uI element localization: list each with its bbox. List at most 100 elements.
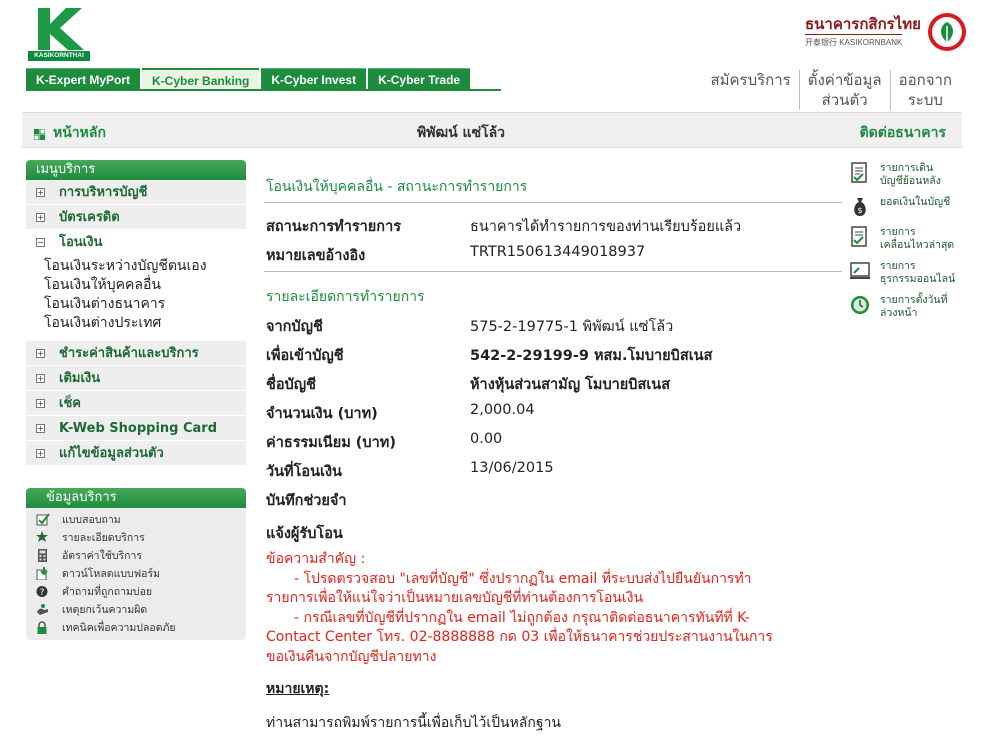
user-name: พิพัฒน์ แซ่โล้ว bbox=[417, 125, 506, 141]
info-item-label: คำถามที่ถูกถามบ่อย bbox=[62, 585, 153, 598]
status-label: สถานะการทำรายการ bbox=[266, 219, 402, 235]
notice-line: รายการเพื่อให้แน่ใจว่าเป็นหมายเลขบัญชีที… bbox=[266, 590, 644, 606]
amount-label: จำนวนเงิน (บาท) bbox=[266, 406, 378, 422]
info-item-label: รายละเอียดบริการ bbox=[62, 531, 145, 544]
quick-link-statement[interactable]: รายการเดิน บัญชีย้อนหลัง bbox=[850, 162, 960, 188]
submenu-overseas[interactable]: โอนเงินต่างประเทศ bbox=[44, 314, 246, 333]
quick-link-label: ล่วงหน้า bbox=[880, 307, 918, 319]
clock-icon bbox=[850, 294, 870, 316]
svg-text:$: $ bbox=[857, 206, 862, 215]
quick-links: รายการเดิน บัญชีย้อนหลัง $ ยอดเงินในบัญชี… bbox=[850, 162, 960, 328]
user-bar: หน้าหลัก พิพัฒน์ แซ่โล้ว ติดต่อธนาคาร bbox=[22, 112, 962, 148]
top-links: สมัครบริการ ตั้งค่าข้อมูล ส่วนตัว ออกจาก… bbox=[702, 70, 960, 110]
plus-icon: + bbox=[36, 448, 45, 458]
contact-bank-link[interactable]: ติดต่อธนาคาร bbox=[860, 122, 946, 144]
account-name-value: ห้างหุ้นส่วนสามัญ โมบายบิสเนส bbox=[470, 377, 671, 393]
settings-label-1: ตั้งค่าข้อมูล bbox=[807, 71, 882, 89]
plus-icon: + bbox=[36, 212, 45, 222]
reference-value: TRTR150613449018937 bbox=[470, 244, 646, 260]
logout-link[interactable]: ออกจาก ระบบ bbox=[889, 70, 960, 110]
sidebar-item-label: เติมเงิน bbox=[59, 370, 101, 386]
register-label: สมัครบริการ bbox=[710, 71, 791, 89]
home-link[interactable]: หน้าหลัก bbox=[33, 122, 106, 144]
download-icon bbox=[36, 566, 50, 580]
quick-link-label: รายการ bbox=[880, 226, 916, 238]
service-menu: เมนูบริการ + การบริหารบัญชี + บัตรเครดิต −… bbox=[26, 160, 246, 466]
settings-link[interactable]: ตั้งค่าข้อมูล ส่วนตัว bbox=[798, 70, 890, 110]
to-account-value: 542-2-29199-9 หสม.โมบายบิสเนส bbox=[470, 348, 713, 364]
sidebar-item-kweb-shopping[interactable]: + K-Web Shopping Card bbox=[26, 416, 246, 441]
transfer-date-value: 13/06/2015 bbox=[470, 460, 554, 476]
amount-value: 2,000.04 bbox=[470, 402, 535, 418]
plus-icon: + bbox=[36, 423, 45, 433]
svg-text:?: ? bbox=[40, 588, 45, 598]
plus-icon: + bbox=[36, 348, 45, 358]
quick-link-label: เคลื่อนไหวล่าสุด bbox=[880, 239, 955, 251]
quick-link-recent[interactable]: รายการ เคลื่อนไหวล่าสุด bbox=[850, 226, 960, 252]
submenu-own-accounts[interactable]: โอนเงินระหว่างบัญชีตนเอง bbox=[44, 257, 246, 276]
register-link[interactable]: สมัครบริการ bbox=[702, 70, 798, 110]
quick-link-label: รายการตั้งวันที่ bbox=[880, 294, 948, 306]
notice-line: - โปรดตรวจสอบ "เลขที่บัญชี" ซึ่งปรากฏใน … bbox=[294, 570, 752, 587]
section-divider bbox=[264, 271, 842, 272]
sidebar-item-label: แก้ไขข้อมูลส่วนตัว bbox=[59, 445, 164, 461]
sidebar-item-label: การบริหารบัญชี bbox=[59, 184, 148, 200]
info-item-label: เหตุยกเว้นความผิด bbox=[62, 603, 148, 616]
plus-icon: + bbox=[36, 373, 45, 383]
quick-link-balance[interactable]: $ ยอดเงินในบัญชี bbox=[850, 196, 960, 218]
fee-label: ค่าธรรมเนียม (บาท) bbox=[266, 435, 396, 451]
kasikornbank-logo[interactable]: ธนาคารกสิกรไทย 开泰银行 KASIKORNBANK bbox=[805, 12, 966, 52]
info-item-label: เทคนิคเพื่อความปลอดภัย bbox=[62, 621, 176, 634]
moneybag-icon: $ bbox=[850, 196, 870, 218]
notice-line: - กรณีเลขที่บัญชีที่ปรากฏใน email ไม่ถูก… bbox=[294, 609, 750, 626]
reference-label: หมายเลขอ้างอิง bbox=[266, 248, 366, 264]
info-item-security[interactable]: เทคนิคเพื่อความปลอดภัย bbox=[36, 618, 246, 636]
product-tabs: K-Expert MyPort K-Cyber Banking K-Cyber … bbox=[26, 68, 472, 90]
info-item-disclaimer[interactable]: เหตุยกเว้นความผิด bbox=[36, 600, 246, 618]
status-value: ธนาคารได้ทำรายการของท่านเรียบร้อยแล้ว bbox=[470, 219, 742, 235]
memo-label: บันทึกช่วยจำ bbox=[266, 493, 347, 509]
remark-text: ท่านสามารถพิมพ์รายการนี้เพื่อเก็บไว้เป็น… bbox=[266, 715, 562, 731]
sidebar-item-credit-card[interactable]: + บัตรเครดิต bbox=[26, 205, 246, 230]
tab-underline bbox=[26, 89, 501, 91]
tab-k-cyber-banking[interactable]: K-Cyber Banking bbox=[142, 68, 260, 90]
kasikorn-logo[interactable]: KASIKORNTHAI bbox=[28, 8, 90, 62]
tab-k-expert-myport[interactable]: K-Expert MyPort bbox=[26, 68, 141, 90]
submenu-other-bank[interactable]: โอนเงินต่างธนาคาร bbox=[44, 295, 246, 314]
tab-k-cyber-trade[interactable]: K-Cyber Trade bbox=[368, 68, 471, 90]
to-account-label: เพื่อเข้าบัญชี bbox=[266, 348, 344, 364]
sidebar-item-cheque[interactable]: + เช็ค bbox=[26, 391, 246, 416]
quick-link-online[interactable]: รายการ ธุรกรรมออนไลน์ bbox=[850, 260, 960, 286]
info-item-service-detail[interactable]: รายละเอียดบริการ bbox=[36, 528, 246, 546]
info-item-survey[interactable]: แบบสอบถาม bbox=[36, 510, 246, 528]
recent-icon bbox=[850, 226, 870, 248]
page-title: โอนเงินให้บุคคลอื่น - สถานะการทำรายการ bbox=[266, 179, 528, 195]
sidebar-item-label: เช็ค bbox=[59, 395, 81, 411]
sidebar-item-label: บัตรเครดิต bbox=[59, 209, 120, 225]
home-icon bbox=[33, 128, 46, 140]
sidebar-item-profile[interactable]: + แก้ไขข้อมูลส่วนตัว bbox=[26, 441, 246, 466]
tab-k-cyber-invest[interactable]: K-Cyber Invest bbox=[261, 68, 367, 90]
submenu-other-person[interactable]: โอนเงินให้บุคคลอื่น bbox=[44, 276, 246, 295]
statement-icon bbox=[850, 162, 870, 184]
sidebar-item-transfer[interactable]: − โอนเงิน bbox=[26, 230, 246, 255]
transfer-date-label: วันที่โอนเงิน bbox=[266, 464, 342, 480]
service-info-header: ข้อมูลบริการ bbox=[26, 488, 246, 508]
sidebar-item-topup[interactable]: + เติมเงิน bbox=[26, 366, 246, 391]
sidebar-item-account[interactable]: + การบริหารบัญชี bbox=[26, 180, 246, 205]
sidebar-item-label: ชำระค่าสินค้าและบริการ bbox=[59, 345, 199, 361]
sidebar-item-bill-payment[interactable]: + ชำระค่าสินค้าและบริการ bbox=[26, 341, 246, 366]
checkbox-icon bbox=[36, 512, 50, 526]
info-item-fees[interactable]: อัตราค่าใช้บริการ bbox=[36, 546, 246, 564]
info-item-faq[interactable]: ? คำถามที่ถูกถามบ่อย bbox=[36, 582, 246, 600]
lock-icon bbox=[36, 620, 50, 634]
remark-title: หมายเหตุ: bbox=[266, 681, 330, 697]
emblem-icon bbox=[928, 13, 966, 51]
star-icon bbox=[36, 530, 50, 544]
transfer-submenu: โอนเงินระหว่างบัญชีตนเอง โอนเงินให้บุคคล… bbox=[26, 255, 246, 341]
quick-link-scheduled[interactable]: รายการตั้งวันที่ ล่วงหน้า bbox=[850, 294, 960, 320]
info-item-download[interactable]: ดาวน์โหลดแบบฟอร์ม bbox=[36, 564, 246, 582]
info-item-label: ดาวน์โหลดแบบฟอร์ม bbox=[62, 567, 161, 580]
notify-recipient-label: แจ้งผู้รับโอน bbox=[266, 526, 343, 542]
quick-link-label: ธุรกรรมออนไลน์ bbox=[880, 273, 956, 285]
